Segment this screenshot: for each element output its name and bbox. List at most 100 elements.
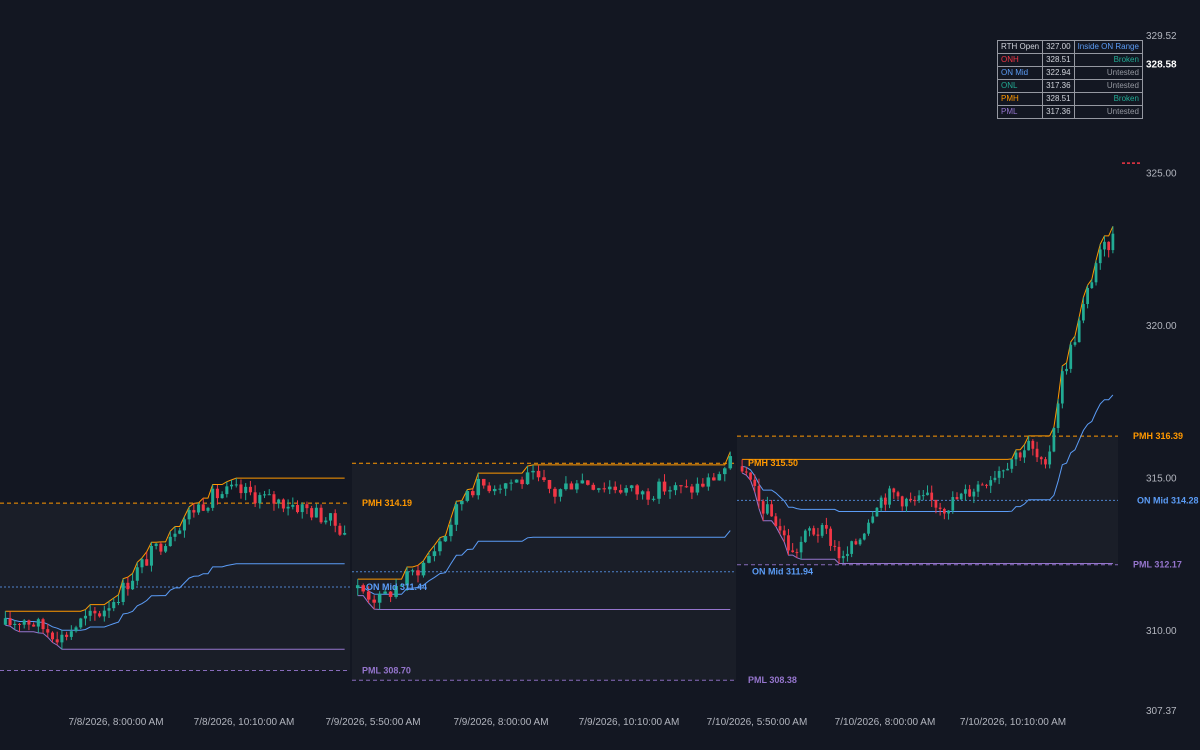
candle-body — [591, 484, 596, 490]
status-level-state: Broken — [1073, 53, 1143, 67]
candle-body — [618, 490, 623, 493]
candle-body — [701, 483, 705, 487]
candle-body — [377, 593, 382, 603]
candle-body — [888, 488, 891, 505]
candle-body — [607, 486, 612, 490]
candle-body — [976, 484, 980, 492]
candle-body — [498, 488, 502, 490]
candle-body — [55, 639, 59, 643]
level-label-pmh: PMH 314.19 — [362, 498, 412, 508]
status-row: RTH Open 327.00 Inside ON Range — [996, 40, 1143, 54]
candle-body — [46, 629, 50, 633]
status-row: PML 317.36 Untested — [996, 105, 1143, 119]
status-row: ON Mid 322.94 Untested — [996, 66, 1143, 80]
candle-body — [215, 488, 219, 499]
candle-body — [432, 551, 437, 557]
candle-body — [525, 472, 530, 485]
candle-body — [112, 602, 116, 609]
candle-body — [514, 479, 519, 483]
candle-body — [668, 490, 672, 492]
candle-body — [36, 619, 40, 627]
candle-body — [934, 499, 938, 508]
candle-body — [17, 623, 22, 625]
candle-body — [854, 541, 858, 545]
candle-body — [27, 620, 31, 625]
candle-body — [867, 522, 870, 534]
candle-body — [244, 486, 248, 494]
status-level-name: ON Mid — [996, 66, 1044, 80]
candle-body — [1111, 233, 1115, 251]
candle-body — [388, 591, 393, 597]
candle-body — [263, 494, 267, 496]
status-row: PMH 328.51 Broken — [996, 92, 1143, 106]
candle-body — [225, 486, 229, 495]
y-tick-label: 329.52 — [1146, 31, 1177, 42]
candle-body — [277, 499, 281, 504]
candle-body — [871, 516, 875, 523]
candle-body — [947, 510, 950, 514]
candle-body — [487, 485, 491, 492]
candle-body — [267, 494, 271, 496]
candle-body — [717, 474, 722, 481]
candle-body — [258, 495, 262, 504]
candle-body — [454, 504, 459, 525]
candle-body — [173, 533, 177, 537]
candle-body — [427, 556, 431, 563]
candle-body — [248, 486, 252, 493]
candle-body — [355, 585, 360, 589]
candle-body — [1060, 371, 1064, 404]
candle-body — [993, 477, 997, 481]
candle-body — [846, 553, 849, 556]
x-tick-label: 7/10/2026, 8:00:00 AM — [835, 717, 936, 728]
candle-body — [1027, 440, 1030, 451]
candle-body — [159, 543, 163, 552]
status-row: ONL 317.36 Untested — [996, 79, 1143, 93]
candle-body — [569, 483, 574, 490]
candle-body — [782, 530, 786, 536]
candle-body — [154, 543, 158, 547]
candle-body — [438, 541, 442, 552]
candle-body — [926, 492, 929, 496]
candle-body — [905, 498, 908, 507]
candle-body — [88, 610, 92, 616]
candle-body — [921, 495, 925, 497]
candle-body — [690, 486, 694, 493]
candle-body — [968, 489, 972, 497]
status-level-value: 328.51 — [1042, 53, 1075, 67]
candle-body — [808, 528, 811, 531]
candle-body — [879, 497, 883, 508]
candle-body — [740, 466, 744, 472]
candle-body — [74, 627, 78, 632]
candle-body — [684, 486, 689, 488]
candle-body — [723, 468, 727, 475]
x-tick-label: 7/9/2026, 10:10:00 AM — [579, 717, 680, 728]
candle-body — [749, 472, 752, 480]
x-tick-label: 7/10/2026, 10:10:00 AM — [960, 717, 1066, 728]
candle-body — [178, 530, 182, 534]
candle-body — [201, 504, 205, 511]
candle-body — [471, 491, 475, 496]
candle-body — [917, 495, 921, 501]
level-status-table: RTH Open 327.00 Inside ON Range ONH 328.51 Br… — [996, 40, 1143, 119]
x-tick-label: 7/8/2026, 10:10:00 AM — [194, 717, 295, 728]
candle-body — [135, 567, 139, 581]
y-tick-label: 320.00 — [1146, 321, 1177, 332]
candle-body — [295, 504, 300, 513]
candle-body — [366, 591, 371, 600]
candle-body — [140, 559, 144, 568]
candle-body — [909, 498, 913, 501]
candle-body — [1069, 344, 1073, 369]
candle-body — [1023, 450, 1026, 458]
candle-body — [41, 619, 45, 630]
candle-body — [416, 570, 420, 576]
x-tick-label: 7/8/2026, 8:00:00 AM — [68, 717, 163, 728]
candle-body — [1031, 440, 1035, 449]
status-level-state: Broken — [1073, 92, 1143, 106]
candle-body — [1073, 342, 1077, 345]
candle-body — [892, 488, 896, 493]
candle-body — [795, 552, 799, 554]
status-level-name: PML — [996, 105, 1044, 119]
candle-body — [187, 510, 191, 520]
candle-body — [558, 489, 563, 497]
candle-body — [291, 504, 295, 507]
